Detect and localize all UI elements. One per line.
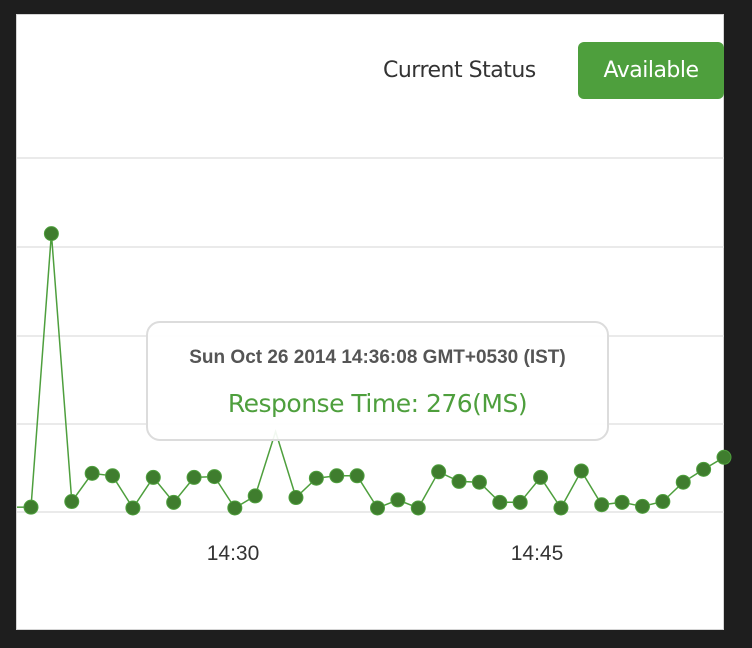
data-point[interactable] <box>247 488 263 504</box>
data-point[interactable] <box>471 474 487 490</box>
status-badge[interactable]: Available <box>578 42 724 99</box>
data-point[interactable] <box>145 469 161 485</box>
data-point[interactable] <box>492 494 508 510</box>
data-point[interactable] <box>553 500 569 516</box>
tooltip-response-time: Response Time: 276(MS) <box>227 389 528 418</box>
chart-tooltip: Sun Oct 26 2014 14:36:08 GMT+0530 (IST) … <box>146 321 609 441</box>
data-point[interactable] <box>655 494 671 510</box>
data-point[interactable] <box>43 226 59 242</box>
data-point[interactable] <box>125 500 141 516</box>
data-point[interactable] <box>410 500 426 516</box>
data-point[interactable] <box>696 461 712 477</box>
x-axis-ticks: 14:30 14:45 <box>207 542 564 565</box>
data-point[interactable] <box>716 449 732 465</box>
data-point[interactable] <box>23 499 39 515</box>
data-point[interactable] <box>288 490 304 506</box>
data-point[interactable] <box>329 468 345 484</box>
data-point[interactable] <box>105 468 121 484</box>
data-point[interactable] <box>451 473 467 489</box>
data-point[interactable] <box>675 474 691 490</box>
data-point[interactable] <box>614 494 630 510</box>
data-point[interactable] <box>370 500 385 516</box>
data-point[interactable] <box>84 465 100 481</box>
data-point[interactable] <box>349 468 365 484</box>
data-point[interactable] <box>186 469 202 485</box>
x-tick-label: 14:45 <box>511 542 564 565</box>
data-point[interactable] <box>573 463 589 479</box>
current-status-label: Current Status <box>383 58 536 83</box>
data-point[interactable] <box>512 494 528 510</box>
data-point[interactable] <box>308 470 324 486</box>
data-point[interactable] <box>533 469 549 485</box>
data-point[interactable] <box>594 497 610 513</box>
data-point[interactable] <box>64 494 80 510</box>
tooltip-date: Sun Oct 26 2014 14:36:08 GMT+0530 (IST) <box>189 347 566 368</box>
x-tick-label: 14:30 <box>207 542 260 565</box>
data-point[interactable] <box>166 494 182 510</box>
data-point[interactable] <box>227 500 243 516</box>
data-point[interactable] <box>634 498 650 514</box>
data-point[interactable] <box>206 469 222 485</box>
data-point[interactable] <box>390 492 406 508</box>
data-point[interactable] <box>431 464 447 480</box>
